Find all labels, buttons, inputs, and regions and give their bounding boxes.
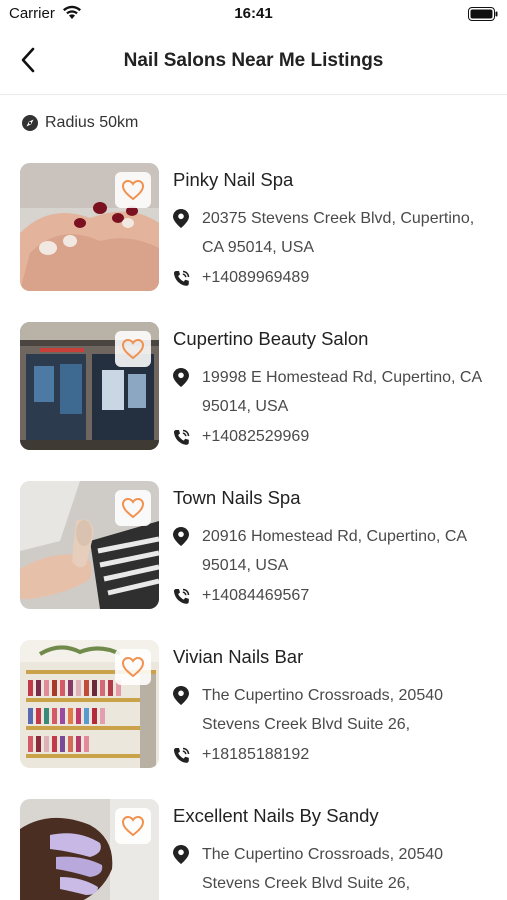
listing-card[interactable]: Pinky Nail Spa 20375 Stevens Creek Blvd,…	[20, 163, 490, 291]
listing-name: Town Nails Spa	[173, 487, 301, 508]
status-bar: Carrier 16:41	[0, 0, 507, 28]
phone-row[interactable]: +18185188192	[173, 744, 493, 768]
listing-address: The Cupertino Crossroads, 20540 Stevens …	[202, 687, 444, 733]
phone-icon	[173, 588, 190, 604]
phone-icon	[173, 747, 190, 763]
listing-card[interactable]: Town Nails Spa 20916 Homestead Rd, Cuper…	[20, 481, 490, 609]
phone-row[interactable]: +14084469567	[173, 585, 493, 609]
phone-icon	[173, 429, 190, 445]
heart-icon	[121, 656, 145, 678]
status-time: 16:41	[234, 5, 273, 22]
phone-icon	[173, 270, 190, 286]
radius-filter[interactable]: Radius 50km	[22, 112, 138, 134]
nav-bar: Nail Salons Near Me Listings	[0, 28, 507, 95]
location-pin-icon	[173, 209, 189, 228]
heart-icon	[121, 179, 145, 201]
listing-address: 20375 Stevens Creek Blvd, Cupertino, CA …	[202, 210, 475, 256]
listing-card[interactable]: Excellent Nails By Sandy The Cupertino C…	[20, 799, 490, 900]
listing-card[interactable]: Vivian Nails Bar The Cupertino Crossroad…	[20, 640, 490, 768]
favorite-button[interactable]	[115, 172, 151, 208]
favorite-button[interactable]	[115, 808, 151, 844]
listing-name: Cupertino Beauty Salon	[173, 328, 369, 349]
listing-phone: +14089969489	[202, 269, 310, 286]
listing-address: The Cupertino Crossroads, 20540 Stevens …	[202, 846, 444, 892]
heart-icon	[121, 815, 145, 837]
listing-phone: +14082529969	[202, 428, 310, 445]
listing-name: Excellent Nails By Sandy	[173, 805, 379, 826]
favorite-button[interactable]	[115, 331, 151, 367]
listing-phone: +14084469567	[202, 587, 310, 604]
listing-address: 19998 E Homestead Rd, Cupertino, CA 9501…	[202, 369, 482, 415]
listing-name: Vivian Nails Bar	[173, 646, 304, 667]
listing-card[interactable]: Cupertino Beauty Salon 19998 E Homestead…	[20, 322, 490, 450]
location-pin-icon	[173, 686, 189, 705]
favorite-button[interactable]	[115, 490, 151, 526]
location-pin-icon	[173, 368, 189, 387]
battery-icon	[468, 7, 498, 21]
listing-name: Pinky Nail Spa	[173, 169, 294, 190]
favorite-button[interactable]	[115, 649, 151, 685]
phone-row[interactable]: +14089969489	[173, 267, 493, 291]
heart-icon	[121, 497, 145, 519]
page-title: Nail Salons Near Me Listings	[123, 50, 384, 71]
compass-icon	[22, 115, 38, 131]
location-pin-icon	[173, 527, 189, 546]
listing-phone: +18185188192	[202, 746, 310, 763]
location-pin-icon	[173, 845, 189, 864]
listing-address: 20916 Homestead Rd, Cupertino, CA 95014,…	[202, 528, 467, 574]
heart-icon	[121, 338, 145, 360]
radius-label: Radius 50km	[45, 114, 139, 131]
phone-row[interactable]: +14082529969	[173, 426, 493, 450]
